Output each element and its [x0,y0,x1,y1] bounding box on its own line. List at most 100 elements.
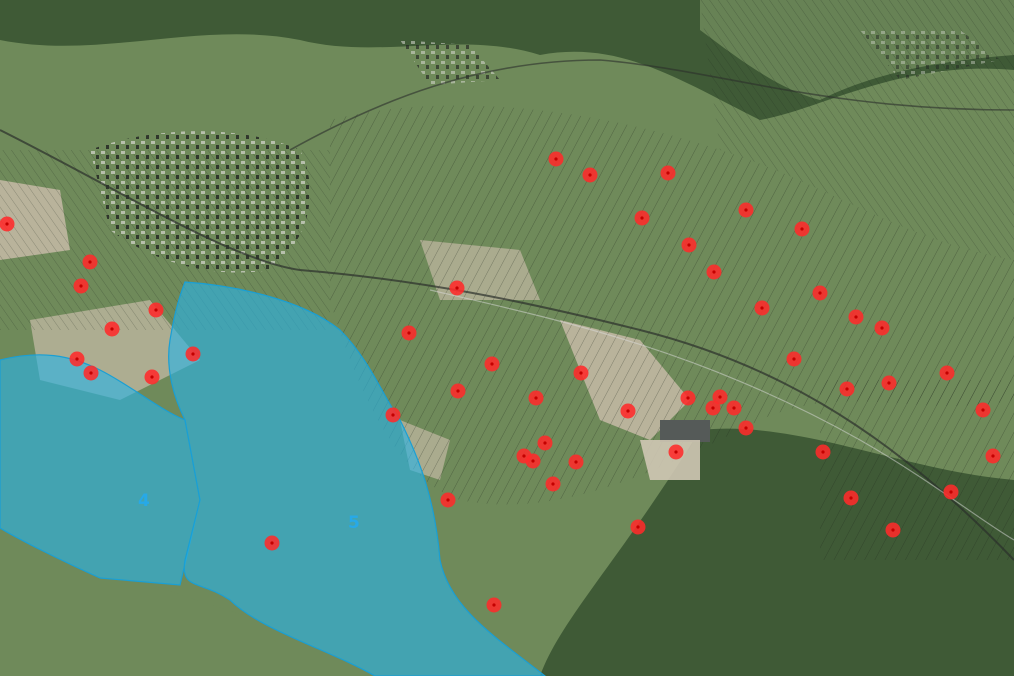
marker-center [818,291,822,295]
marker-center [880,326,884,330]
map-marker[interactable] [440,492,456,508]
marker-center [686,396,690,400]
map-marker[interactable] [582,167,598,183]
map-marker[interactable] [943,484,959,500]
marker-center [945,371,949,375]
map-marker[interactable] [738,420,754,436]
map-marker[interactable] [69,351,85,367]
map-marker[interactable] [545,476,561,492]
marker-center [490,362,494,366]
map-marker[interactable] [885,522,901,538]
marker-center [760,306,764,310]
map-marker[interactable] [681,237,697,253]
marker-center [554,157,558,161]
marker-center [522,454,526,458]
map-marker[interactable] [185,346,201,362]
marker-center [712,270,716,274]
marker-center [492,603,496,607]
marker-center [845,387,849,391]
map-marker[interactable] [537,435,553,451]
map-marker[interactable] [620,403,636,419]
map-marker[interactable] [83,365,99,381]
map-marker[interactable] [264,535,280,551]
marker-center [854,315,858,319]
marker-center [270,541,274,545]
marker-center [800,227,804,231]
map-marker[interactable] [449,280,465,296]
map-canvas[interactable]: 4 5 [0,0,1014,676]
marker-center [732,406,736,410]
map-marker[interactable] [680,390,696,406]
marker-center [456,389,460,393]
marker-center [849,496,853,500]
map-marker[interactable] [939,365,955,381]
marker-center [110,327,114,331]
map-marker[interactable] [848,309,864,325]
marker-center [640,216,644,220]
map-marker[interactable] [975,402,991,418]
zone-label-4: 4 [138,491,150,511]
marker-center [79,284,83,288]
map-marker[interactable] [881,375,897,391]
map-marker[interactable] [573,365,589,381]
marker-center [711,406,715,410]
marker-center [534,396,538,400]
marker-center [981,408,985,412]
map-marker[interactable] [634,210,650,226]
map-marker[interactable] [486,597,502,613]
map-marker[interactable] [786,351,802,367]
marker-center [574,460,578,464]
marker-center [626,409,630,413]
map-marker[interactable] [450,383,466,399]
map-marker[interactable] [385,407,401,423]
marker-center [446,498,450,502]
marker-center [150,375,154,379]
map-marker[interactable] [548,151,564,167]
map-marker[interactable] [144,369,160,385]
marker-center [821,450,825,454]
map-marker[interactable] [794,221,810,237]
marker-center [588,173,592,177]
marker-center [991,454,995,458]
map-marker[interactable] [104,321,120,337]
map-marker[interactable] [706,264,722,280]
map-marker[interactable] [568,454,584,470]
marker-center [744,426,748,430]
marker-center [666,171,670,175]
marker-center [455,286,459,290]
map-marker[interactable] [815,444,831,460]
map-marker[interactable] [528,390,544,406]
map-marker[interactable] [660,165,676,181]
marker-center [407,331,411,335]
marker-center [687,243,691,247]
marker-center [531,459,535,463]
map-marker[interactable] [985,448,1001,464]
map-marker[interactable] [839,381,855,397]
map-marker[interactable] [148,302,164,318]
map-marker[interactable] [401,325,417,341]
map-view[interactable]: 4 5 [0,0,1014,676]
map-marker[interactable] [484,356,500,372]
map-marker[interactable] [73,278,89,294]
map-marker[interactable] [726,400,742,416]
map-marker[interactable] [668,444,684,460]
map-marker[interactable] [843,490,859,506]
map-marker[interactable] [705,400,721,416]
map-marker[interactable] [525,453,541,469]
map-marker[interactable] [82,254,98,270]
map-marker[interactable] [0,216,15,232]
marker-center [887,381,891,385]
marker-center [88,260,92,264]
marker-center [744,208,748,212]
map-marker[interactable] [874,320,890,336]
marker-center [792,357,796,361]
marker-center [891,528,895,532]
map-marker[interactable] [738,202,754,218]
marker-center [579,371,583,375]
marker-center [551,482,555,486]
map-marker[interactable] [754,300,770,316]
map-marker[interactable] [630,519,646,535]
zone-label-5: 5 [348,513,360,533]
map-marker[interactable] [812,285,828,301]
marker-center [89,371,93,375]
